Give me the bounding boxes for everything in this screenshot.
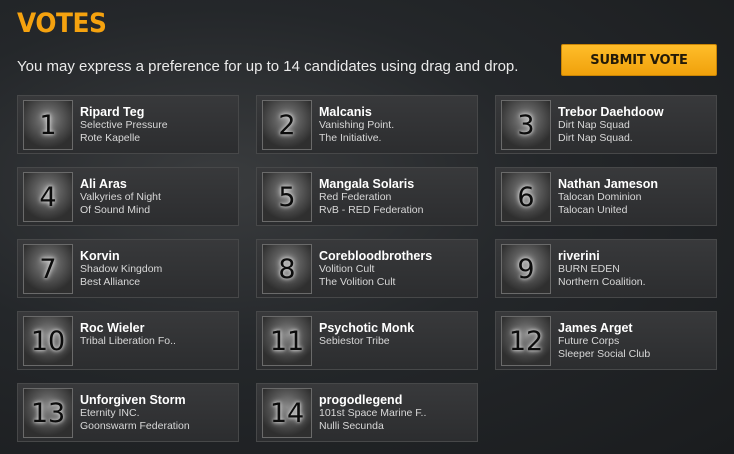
candidate-corp: Shadow Kingdom xyxy=(80,263,163,275)
candidate-corp: Sebiestor Tribe xyxy=(319,335,390,347)
candidate-portrait: 14 xyxy=(262,388,312,438)
rank-number: 6 xyxy=(517,181,535,213)
candidate-name: Unforgiven Storm xyxy=(80,393,186,407)
rank-number: 14 xyxy=(269,397,305,429)
candidate-corp: Valkyries of Night xyxy=(80,191,161,203)
candidate-card[interactable]: 12 James Arget Future Corps Sleeper Soci… xyxy=(495,311,717,370)
candidate-alliance: Of Sound Mind xyxy=(80,204,151,216)
candidate-card[interactable]: 2 Malcanis Vanishing Point. The Initiati… xyxy=(256,95,478,154)
candidate-portrait: 4 xyxy=(23,172,73,222)
candidate-card[interactable]: 5 Mangala Solaris Red Federation RvB - R… xyxy=(256,167,478,226)
candidate-portrait: 3 xyxy=(501,100,551,150)
candidate-name: Mangala Solaris xyxy=(319,177,415,191)
rank-number: 11 xyxy=(269,325,305,357)
candidate-portrait: 2 xyxy=(262,100,312,150)
candidate-card[interactable]: 3 Trebor Daehdoow Dirt Nap Squad Dirt Na… xyxy=(495,95,717,154)
candidate-name: Malcanis xyxy=(319,105,372,119)
instructions-text: You may express a preference for up to 1… xyxy=(17,58,519,75)
candidate-portrait: 1 xyxy=(23,100,73,150)
candidate-card[interactable]: 11 Psychotic Monk Sebiestor Tribe xyxy=(256,311,478,370)
candidate-portrait: 6 xyxy=(501,172,551,222)
candidate-card[interactable]: 10 Roc Wieler Tribal Liberation Fo.. xyxy=(17,311,239,370)
candidate-alliance: Goonswarm Federation xyxy=(80,420,190,432)
rank-number: 12 xyxy=(508,325,544,357)
candidate-name: riverini xyxy=(558,249,600,263)
rank-number: 3 xyxy=(517,109,535,141)
rank-number: 8 xyxy=(278,253,296,285)
candidate-portrait: 9 xyxy=(501,244,551,294)
candidate-portrait: 8 xyxy=(262,244,312,294)
candidate-card[interactable]: 4 Ali Aras Valkyries of Night Of Sound M… xyxy=(17,167,239,226)
candidate-corp: Red Federation xyxy=(319,191,392,203)
candidate-alliance: Nulli Secunda xyxy=(319,420,384,432)
candidate-alliance: Rote Kapelle xyxy=(80,132,141,144)
candidate-corp: Future Corps xyxy=(558,335,620,347)
candidate-portrait: 7 xyxy=(23,244,73,294)
candidate-corp: Vanishing Point. xyxy=(319,119,395,131)
candidate-corp: BURN EDEN xyxy=(558,263,620,275)
candidate-card[interactable]: 1 Ripard Teg Selective Pressure Rote Kap… xyxy=(17,95,239,154)
candidate-name: Ali Aras xyxy=(80,177,127,191)
submit-vote-button[interactable]: SUBMIT VOTE xyxy=(561,44,717,76)
candidate-corp: Eternity INC. xyxy=(80,407,140,419)
candidate-alliance: Sleeper Social Club xyxy=(558,348,651,360)
rank-number: 1 xyxy=(39,109,57,141)
candidate-alliance: Best Alliance xyxy=(80,276,141,288)
rank-number: 13 xyxy=(30,397,66,429)
candidate-card[interactable]: 14 progodlegend 101st Space Marine F.. N… xyxy=(256,383,478,442)
candidate-name: Corebloodbrothers xyxy=(319,249,433,263)
candidate-corp: Tribal Liberation Fo.. xyxy=(80,335,176,347)
candidate-card[interactable]: 9 riverini BURN EDEN Northern Coalition. xyxy=(495,239,717,298)
candidate-name: Roc Wieler xyxy=(80,321,145,335)
rank-number: 7 xyxy=(39,253,57,285)
candidate-portrait: 13 xyxy=(23,388,73,438)
candidate-alliance: Talocan United xyxy=(558,204,628,216)
candidate-card[interactable]: 13 Unforgiven Storm Eternity INC. Goonsw… xyxy=(17,383,239,442)
rank-number: 5 xyxy=(278,181,296,213)
candidate-alliance: Dirt Nap Squad. xyxy=(558,132,633,144)
candidate-card[interactable]: 8 Corebloodbrothers Volition Cult The Vo… xyxy=(256,239,478,298)
candidate-corp: Talocan Dominion xyxy=(558,191,642,203)
rank-number: 2 xyxy=(278,109,296,141)
candidate-portrait: 12 xyxy=(501,316,551,366)
rank-number: 10 xyxy=(30,325,66,357)
page-title: VOTES xyxy=(17,8,107,39)
candidate-corp: Dirt Nap Squad xyxy=(558,119,630,131)
candidate-card[interactable]: 7 Korvin Shadow Kingdom Best Alliance xyxy=(17,239,239,298)
candidate-name: Korvin xyxy=(80,249,120,263)
rank-number: 9 xyxy=(517,253,535,285)
candidate-name: progodlegend xyxy=(319,393,403,407)
candidate-alliance: Northern Coalition. xyxy=(558,276,646,288)
rank-number: 4 xyxy=(39,181,57,213)
candidate-portrait: 11 xyxy=(262,316,312,366)
candidate-name: Nathan Jameson xyxy=(558,177,659,191)
candidate-name: Psychotic Monk xyxy=(319,321,415,335)
candidate-corp: 101st Space Marine F.. xyxy=(319,407,427,419)
candidate-corp: Volition Cult xyxy=(319,263,375,275)
candidate-card[interactable]: 6 Nathan Jameson Talocan Dominion Taloca… xyxy=(495,167,717,226)
candidate-corp: Selective Pressure xyxy=(80,119,168,131)
candidate-name: Ripard Teg xyxy=(80,105,145,119)
candidate-alliance: RvB - RED Federation xyxy=(319,204,424,216)
candidate-name: Trebor Daehdoow xyxy=(558,105,664,119)
candidate-portrait: 10 xyxy=(23,316,73,366)
candidate-name: James Arget xyxy=(558,321,633,335)
candidate-alliance: The Initiative. xyxy=(319,132,382,144)
candidate-alliance: The Volition Cult xyxy=(319,276,396,288)
candidate-portrait: 5 xyxy=(262,172,312,222)
